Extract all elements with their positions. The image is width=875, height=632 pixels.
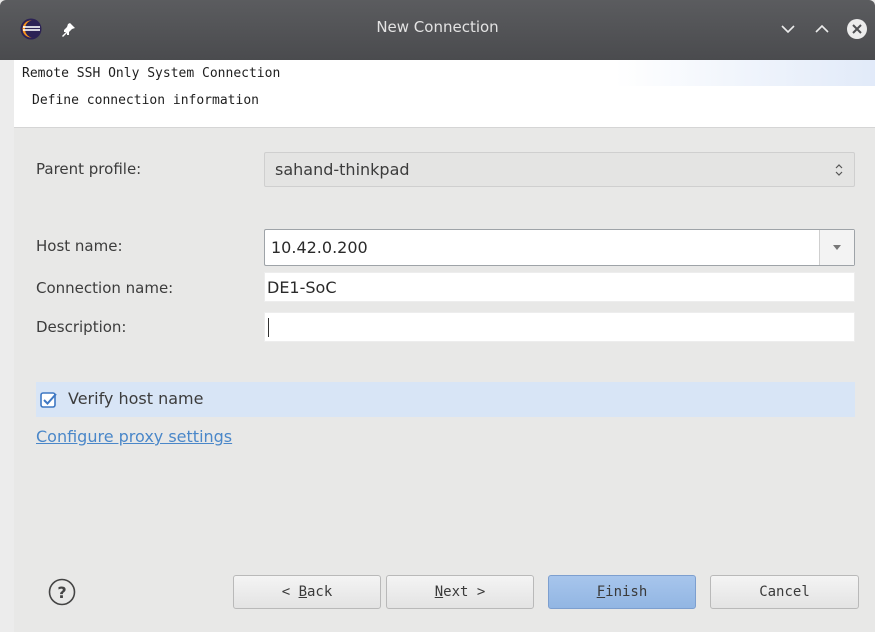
title-bar: New Connection (0, 0, 875, 60)
window-title: New Connection (376, 18, 499, 36)
wizard-content: Parent profile: sahand-thinkpad Host nam… (14, 128, 875, 632)
parent-profile-value: sahand-thinkpad (275, 160, 410, 179)
header-banner-graphic (615, 60, 875, 86)
verify-host-row[interactable]: Verify host name (36, 382, 855, 417)
description-field[interactable] (264, 312, 855, 342)
help-icon[interactable]: ? (48, 578, 76, 606)
connection-name-value: DE1-SoC (267, 278, 337, 297)
text-caret (268, 318, 269, 337)
wizard-title: Remote SSH Only System Connection (22, 66, 281, 81)
finish-button[interactable]: Finish (548, 575, 696, 609)
chevron-down-icon[interactable] (777, 18, 799, 40)
spinner-arrows-icon (834, 162, 844, 178)
host-name-label: Host name: (36, 237, 123, 255)
verify-host-checkbox[interactable] (40, 391, 58, 409)
verify-host-label[interactable]: Verify host name (68, 389, 203, 408)
next-button[interactable]: Next > (386, 575, 534, 609)
window-edge (0, 60, 14, 632)
wizard-header: Remote SSH Only System Connection Define… (14, 60, 875, 128)
wizard-description: Define connection information (32, 93, 259, 108)
connection-name-label: Connection name: (36, 279, 174, 297)
svg-text:?: ? (57, 583, 66, 602)
back-button[interactable]: < Back (233, 575, 381, 609)
host-name-combo[interactable]: 10.42.0.200 (264, 229, 855, 266)
triangle-down-icon (833, 245, 841, 250)
cancel-button[interactable]: Cancel (710, 575, 859, 609)
host-name-value: 10.42.0.200 (271, 238, 368, 257)
connection-name-field[interactable]: DE1-SoC (264, 272, 855, 302)
parent-profile-label: Parent profile: (36, 160, 142, 178)
chevron-up-icon[interactable] (811, 18, 833, 40)
close-icon[interactable] (846, 18, 868, 40)
parent-profile-select[interactable]: sahand-thinkpad (264, 152, 855, 187)
description-label: Description: (36, 318, 127, 336)
configure-proxy-link[interactable]: Configure proxy settings (36, 427, 232, 446)
host-name-dropdown-button[interactable] (819, 230, 854, 265)
